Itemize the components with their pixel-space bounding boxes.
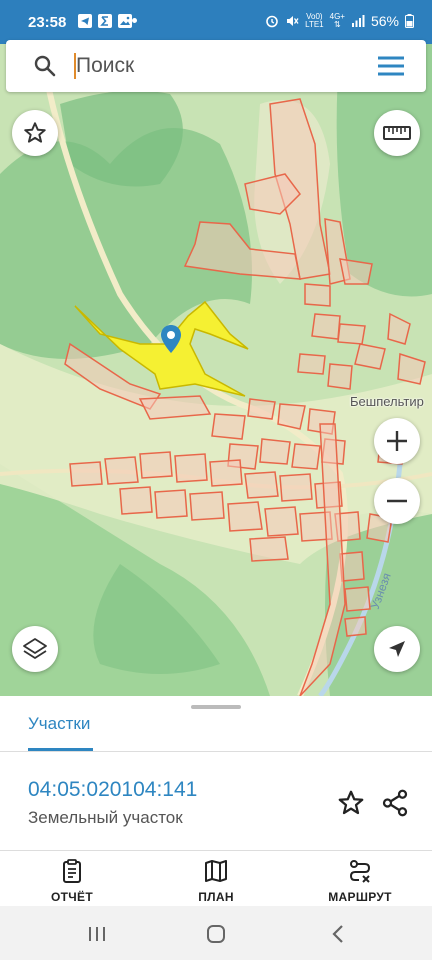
sheet-drag-handle[interactable] xyxy=(191,705,241,709)
status-right: Vo0) LTE1 4G+ ⇅ 56% xyxy=(265,13,414,29)
bottom-sheet: Участки 04:05:020104:141 Земельный участ… xyxy=(0,696,432,906)
search-bar xyxy=(6,40,426,92)
gallery-icon xyxy=(118,14,132,28)
notification-dot xyxy=(132,18,137,23)
network-label: Vo0) LTE1 xyxy=(305,13,324,29)
route-icon xyxy=(349,860,371,883)
battery-icon xyxy=(405,14,414,28)
route-button[interactable]: МАРШРУТ xyxy=(305,856,415,904)
map-canvas[interactable] xyxy=(0,44,432,696)
system-nav-bar xyxy=(0,906,432,960)
tabs-divider xyxy=(0,751,432,752)
signal-icon xyxy=(351,15,365,27)
my-location-button[interactable] xyxy=(374,626,420,672)
favorite-star-icon[interactable] xyxy=(336,788,366,818)
ruler-icon xyxy=(383,126,411,140)
report-label: ОТЧЁТ xyxy=(51,890,93,904)
net-type-label: 4G+ ⇅ xyxy=(330,13,345,29)
minus-icon xyxy=(387,499,407,503)
clipboard-icon xyxy=(63,859,81,883)
telegram-icon xyxy=(78,14,92,28)
measure-button[interactable] xyxy=(374,110,420,156)
map-icon xyxy=(205,860,227,882)
search-input[interactable] xyxy=(76,48,336,84)
back-icon[interactable] xyxy=(326,921,352,947)
parcel-type: Земельный участок xyxy=(28,808,183,827)
mute-icon xyxy=(287,16,299,26)
location-pin-icon[interactable] xyxy=(160,324,182,354)
share-icon[interactable] xyxy=(380,788,410,818)
battery-percent: 56% xyxy=(370,13,399,29)
notification-icons xyxy=(78,14,132,28)
recent-apps-icon[interactable] xyxy=(84,921,110,947)
navigation-arrow-icon xyxy=(389,641,405,657)
report-button[interactable]: ОТЧЁТ xyxy=(17,856,127,904)
search-container xyxy=(0,36,432,98)
plan-label: ПЛАН xyxy=(198,890,234,904)
net-arrows: ⇅ xyxy=(333,20,341,29)
zoom-in-button[interactable] xyxy=(374,418,420,464)
plus-icon xyxy=(387,431,407,451)
parcel-cadastral-number[interactable]: 04:05:020104:141 xyxy=(28,778,197,802)
alarm-icon xyxy=(266,15,278,28)
map-view[interactable]: Бешпельтир Узнезя xyxy=(0,44,432,696)
tab-parcels[interactable]: Участки xyxy=(28,714,90,734)
app-screen: 23:58 Vo0) LTE1 4G+ ⇅ 56% Бешпельтир Узн… xyxy=(0,0,432,960)
route-label: МАРШРУТ xyxy=(328,890,392,904)
layers-button[interactable] xyxy=(12,626,58,672)
zoom-out-button[interactable] xyxy=(374,478,420,524)
status-time: 23:58 xyxy=(28,14,67,31)
network-label-bottom: LTE1 xyxy=(305,20,324,29)
plan-button[interactable]: ПЛАН xyxy=(161,856,271,904)
menu-icon[interactable] xyxy=(376,54,406,78)
star-icon xyxy=(24,122,46,143)
sigma-app-icon xyxy=(98,14,112,28)
search-icon[interactable] xyxy=(32,53,58,79)
home-icon[interactable] xyxy=(203,921,229,947)
favorites-button[interactable] xyxy=(12,110,58,156)
sheet-divider xyxy=(0,850,432,851)
layers-icon xyxy=(23,638,47,659)
map-place-label: Бешпельтир xyxy=(350,394,424,409)
